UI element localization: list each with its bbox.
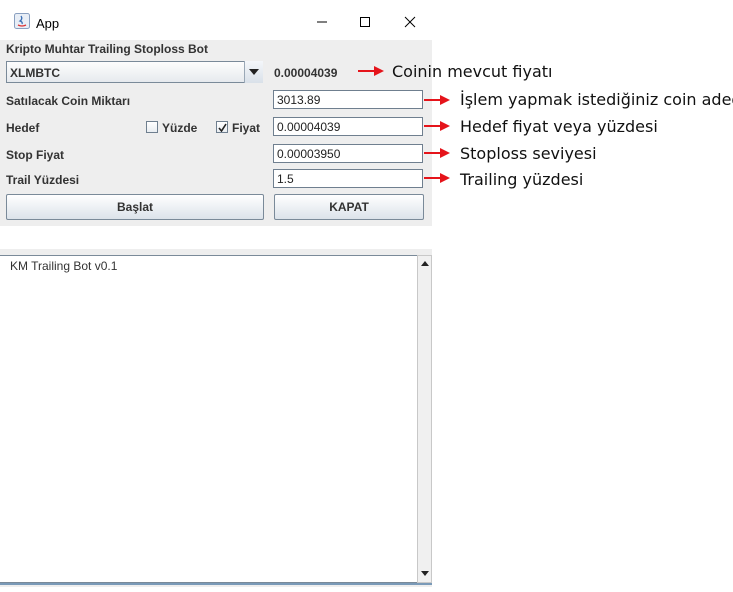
annotation-price: Coinin mevcut fiyatı — [392, 62, 553, 81]
annotation-amount: İşlem yapmak istediğiniz coin adedi — [460, 90, 733, 109]
price-checkbox[interactable] — [216, 121, 228, 133]
maximize-icon[interactable] — [355, 12, 375, 32]
percent-checkbox[interactable] — [146, 121, 158, 133]
log-text: KM Trailing Bot v0.1 — [10, 259, 118, 273]
bottom-border — [0, 583, 432, 585]
annotation-stop: Stoploss seviyesi — [460, 144, 597, 163]
log-textarea[interactable] — [0, 255, 417, 583]
java-app-icon — [14, 13, 30, 29]
app-heading: Kripto Muhtar Trailing Stoploss Bot — [6, 42, 208, 56]
coin-select-dropdown-button[interactable] — [244, 61, 263, 83]
price-checkbox-label: Fiyat — [232, 121, 261, 135]
annotation-target: Hedef fiyat veya yüzdesi — [460, 117, 658, 136]
stop-label: Stop Fiyat — [6, 148, 65, 162]
target-label: Hedef — [6, 121, 40, 135]
percent-checkbox-label: Yüzde — [162, 121, 198, 135]
checkmark-icon — [217, 123, 227, 132]
amount-field[interactable]: 3013.89 — [273, 90, 423, 109]
target-field[interactable]: 0.00004039 — [273, 117, 423, 136]
arrow-right-icon — [424, 173, 450, 183]
trail-field[interactable]: 1.5 — [273, 169, 423, 188]
arrow-right-icon — [424, 121, 450, 131]
close-app-button[interactable]: KAPAT — [274, 194, 424, 220]
annotation-trail: Trailing yüzdesi — [460, 170, 584, 189]
scroll-down-icon[interactable] — [418, 566, 431, 580]
arrow-right-icon — [424, 95, 450, 105]
coin-select-value: XLMBTC — [10, 66, 60, 80]
arrow-right-icon — [358, 66, 384, 76]
window-title: App — [36, 16, 60, 31]
minimize-icon[interactable] — [312, 12, 332, 32]
start-button[interactable]: Başlat — [6, 194, 264, 220]
arrow-right-icon — [424, 148, 450, 158]
log-scrollbar[interactable] — [417, 255, 432, 583]
stop-field[interactable]: 0.00003950 — [273, 144, 423, 163]
amount-label: Satılacak Coin Miktarı — [6, 94, 131, 108]
chevron-down-icon — [249, 69, 259, 75]
trail-label: Trail Yüzdesi — [6, 173, 80, 187]
close-icon[interactable] — [400, 12, 420, 32]
current-price: 0.00004039 — [274, 66, 338, 80]
scroll-up-icon[interactable] — [418, 256, 431, 270]
